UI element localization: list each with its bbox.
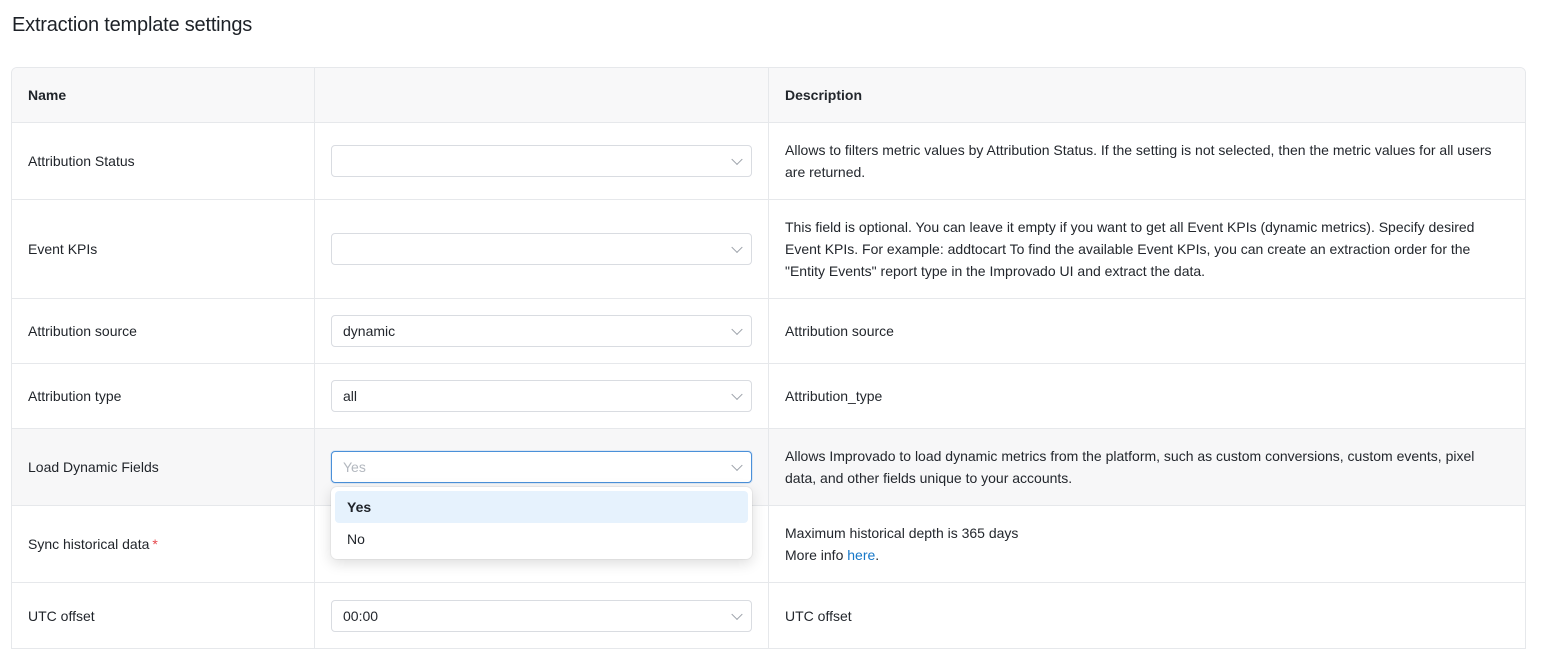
setting-name-utc-offset: UTC offset xyxy=(12,583,315,648)
chevron-down-icon xyxy=(731,153,743,166)
load-dynamic-fields-select[interactable]: Yes xyxy=(331,451,752,483)
chevron-down-icon xyxy=(731,241,743,254)
setting-name-attribution-status: Attribution Status xyxy=(12,123,315,199)
description-line: Maximum historical depth is 365 days xyxy=(785,525,1019,541)
table-row: Attribution type all Attribution_type xyxy=(12,364,1525,429)
chevron-down-icon xyxy=(731,608,743,620)
select-value: 00:00 xyxy=(343,607,379,624)
table-row: UTC offset 00:00 UTC offset xyxy=(12,583,1525,648)
settings-table: Name Description Attribution Status Allo… xyxy=(11,67,1526,649)
chevron-down-icon xyxy=(731,459,743,472)
table-header-row: Name Description xyxy=(12,68,1525,123)
load-dynamic-fields-dropdown-menu: Yes No xyxy=(331,487,752,559)
table-row: Event KPIs This field is optional. You c… xyxy=(12,200,1525,299)
setting-description: UTC offset xyxy=(785,607,852,624)
utc-offset-select[interactable]: 00:00 xyxy=(331,599,752,632)
required-mark: * xyxy=(152,536,158,552)
setting-name-attribution-source: Attribution source xyxy=(12,299,315,363)
setting-input-cell xyxy=(315,123,769,199)
setting-input-cell: dynamic xyxy=(315,299,769,363)
dropdown-option-yes[interactable]: Yes xyxy=(335,491,748,523)
header-value xyxy=(315,68,769,122)
dropdown-option-no[interactable]: No xyxy=(335,523,748,555)
setting-description: Allows Improvado to load dynamic metrics… xyxy=(785,448,1475,486)
table-row: Sync historical data * Maximum historical… xyxy=(12,506,1525,583)
setting-input-cell: all xyxy=(315,364,769,428)
setting-input-cell xyxy=(315,200,769,298)
attribution-type-select[interactable]: all xyxy=(331,380,752,412)
description-suffix: . xyxy=(875,547,880,563)
attribution-status-select[interactable] xyxy=(331,145,752,177)
setting-description: Attribution source xyxy=(785,323,894,339)
setting-description: Allows to filters metric values by Attri… xyxy=(785,142,1492,180)
chevron-down-icon xyxy=(731,388,743,401)
header-description: Description xyxy=(785,87,863,103)
setting-label: Sync historical data xyxy=(28,536,150,552)
more-info-link[interactable]: here xyxy=(847,547,875,563)
setting-name-sync-historical-data: Sync historical data * xyxy=(12,506,315,582)
page-title: Extraction template settings xyxy=(12,14,253,36)
description-line: More info here. xyxy=(785,544,1018,566)
event-kpis-select[interactable] xyxy=(331,233,752,265)
setting-name-load-dynamic-fields: Load Dynamic Fields xyxy=(12,429,315,505)
setting-input-cell: 00:00 xyxy=(315,583,769,648)
setting-name-event-kpis: Event KPIs xyxy=(12,200,315,298)
table-row: Load Dynamic Fields Yes Allows Improvado… xyxy=(12,429,1525,506)
setting-description: This field is optional. You can leave it… xyxy=(785,219,1475,279)
chevron-down-icon xyxy=(731,323,743,336)
table-row: Attribution Status Allows to filters met… xyxy=(12,123,1525,200)
select-value: dynamic xyxy=(343,323,396,339)
setting-description: Maximum historical depth is 365 days Mor… xyxy=(769,506,1525,582)
select-placeholder: Yes xyxy=(343,459,366,475)
table-row: Attribution source dynamic Attribution s… xyxy=(12,299,1525,364)
setting-name-attribution-type: Attribution type xyxy=(12,364,315,428)
attribution-source-select[interactable]: dynamic xyxy=(331,315,752,347)
description-prefix: More info xyxy=(785,547,848,563)
header-name: Name xyxy=(12,68,315,122)
setting-description: Attribution_type xyxy=(785,388,883,404)
select-value: all xyxy=(343,388,358,404)
